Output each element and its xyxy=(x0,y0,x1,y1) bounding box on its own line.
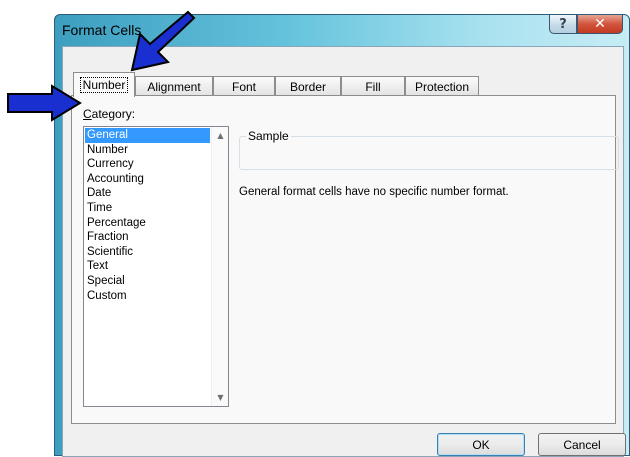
category-item-percentage[interactable]: Percentage xyxy=(85,216,210,231)
tab-label: Font xyxy=(231,79,256,94)
category-item-date[interactable]: Date xyxy=(85,186,210,201)
category-item-special[interactable]: Special xyxy=(85,274,210,289)
number-tab-panel: Category: General Number Currency Accoun… xyxy=(71,95,619,424)
category-item-fraction[interactable]: Fraction xyxy=(85,230,210,245)
tab-protection[interactable]: Protection xyxy=(405,76,479,96)
tab-fill[interactable]: Fill xyxy=(341,76,405,96)
close-button[interactable]: ✕ xyxy=(577,15,623,34)
tab-label: Protection xyxy=(414,79,470,94)
tab-font[interactable]: Font xyxy=(213,76,275,96)
category-label-text: ategory: xyxy=(91,107,136,121)
tab-label: Alignment xyxy=(147,79,201,94)
scroll-up-arrow-icon[interactable]: ▲ xyxy=(212,127,229,144)
annotation-arrow-to-number-tab-icon xyxy=(130,10,196,72)
category-listbox[interactable]: General Number Currency Accounting Date … xyxy=(83,126,229,407)
tab-label: Fill xyxy=(365,79,381,94)
help-button[interactable]: ? xyxy=(549,15,577,34)
tab-alignment[interactable]: Alignment xyxy=(135,76,213,96)
dialog-client-area: Number Alignment Font Border Fill Protec… xyxy=(62,46,626,457)
help-icon: ? xyxy=(559,16,567,32)
category-scrollbar[interactable]: ▲ ▼ xyxy=(211,127,228,406)
close-icon: ✕ xyxy=(594,16,606,32)
category-item-time[interactable]: Time xyxy=(85,201,210,216)
category-item-general[interactable]: General xyxy=(85,128,210,143)
annotation-arrow-to-category-icon xyxy=(7,84,82,122)
category-label: Category: xyxy=(83,107,135,121)
format-cells-dialog: Format Cells ? ✕ Number Alignment Font B… xyxy=(54,14,630,457)
category-item-currency[interactable]: Currency xyxy=(85,157,210,172)
tab-border[interactable]: Border xyxy=(275,76,341,96)
sample-group: Sample xyxy=(239,129,619,170)
format-description: General format cells have no specific nu… xyxy=(239,186,509,198)
cancel-button[interactable]: Cancel xyxy=(538,433,626,456)
category-item-custom[interactable]: Custom xyxy=(85,289,210,304)
scroll-down-arrow-icon[interactable]: ▼ xyxy=(212,389,229,406)
tab-label: Border xyxy=(289,79,327,94)
category-label-mnemonic: C xyxy=(83,107,92,121)
category-item-number[interactable]: Number xyxy=(85,143,210,158)
sample-legend: Sample xyxy=(246,129,291,143)
category-item-accounting[interactable]: Accounting xyxy=(85,172,210,187)
category-item-scientific[interactable]: Scientific xyxy=(85,245,210,260)
category-item-text[interactable]: Text xyxy=(85,259,210,274)
ok-button[interactable]: OK xyxy=(437,433,525,456)
category-list: General Number Currency Accounting Date … xyxy=(85,128,210,303)
tab-label: Number xyxy=(79,77,129,93)
